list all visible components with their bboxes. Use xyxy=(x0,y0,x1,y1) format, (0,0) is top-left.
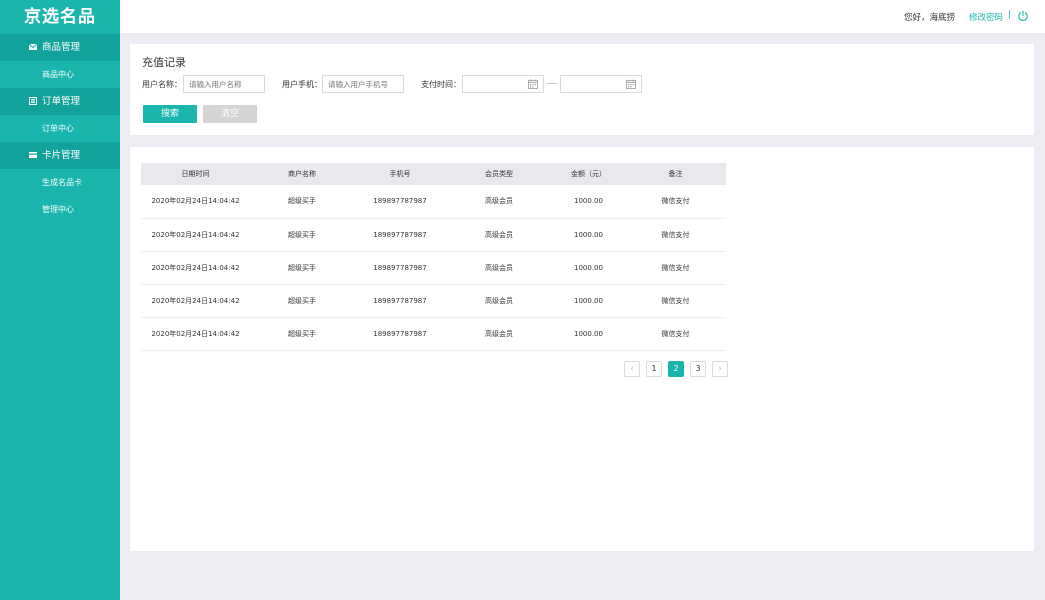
cell-remark: 微信支付 xyxy=(625,251,726,285)
sidebar-item-goods-center[interactable]: 商品中心 xyxy=(0,61,120,88)
header-separator: | xyxy=(1007,10,1011,20)
user-phone-input[interactable] xyxy=(322,75,404,93)
start-date-input[interactable] xyxy=(462,75,544,93)
cell-member-type: 高级会员 xyxy=(446,284,552,318)
cell-datetime: 2020年02月24日14:04:42 xyxy=(141,218,250,252)
next-page-button[interactable]: › xyxy=(712,361,728,377)
calendar-icon xyxy=(626,79,636,89)
end-date-input[interactable] xyxy=(560,75,642,93)
cell-merchant: 超级买手 xyxy=(250,251,354,285)
sidebar-group-label: 卡片管理 xyxy=(42,150,81,161)
sidebar: 京选名品 商品管理 商品中心 订单管理 订单中心 卡片管理 生成名品卡 管理中心 xyxy=(0,0,120,600)
recharge-table: 日期时间 商户名称 手机号 会员类型 金额（元） 备注 2020年02月24日1… xyxy=(141,163,726,351)
page-button-1[interactable]: 1 xyxy=(646,361,662,377)
column-header-merchant: 商户名称 xyxy=(250,163,354,185)
list-icon xyxy=(29,97,37,105)
cell-datetime: 2020年02月24日14:04:42 xyxy=(141,185,250,219)
user-phone-label: 用户手机： xyxy=(282,80,322,89)
sidebar-group-goods[interactable]: 商品管理 xyxy=(0,34,120,61)
sidebar-item-generate-card[interactable]: 生成名品卡 xyxy=(0,169,120,196)
cell-remark: 微信支付 xyxy=(625,284,726,318)
sidebar-group-label: 订单管理 xyxy=(42,96,81,107)
cell-phone: 189897787987 xyxy=(354,317,446,351)
sidebar-group-cards[interactable]: 卡片管理 xyxy=(0,142,120,169)
mail-icon xyxy=(29,43,37,50)
column-header-remark: 备注 xyxy=(625,163,726,185)
cell-member-type: 高级会员 xyxy=(446,251,552,285)
page-button-3[interactable]: 3 xyxy=(690,361,706,377)
cell-member-type: 高级会员 xyxy=(446,317,552,351)
cell-phone: 189897787987 xyxy=(354,185,446,219)
cell-datetime: 2020年02月24日14:04:42 xyxy=(141,284,250,318)
user-greeting: 您好，海底捞 xyxy=(903,13,955,23)
cell-member-type: 高级会员 xyxy=(446,185,552,219)
clear-button[interactable]: 清空 xyxy=(203,105,257,123)
column-header-member-type: 会员类型 xyxy=(446,163,552,185)
table-row: 2020年02月24日14:04:42 超级买手 189897787987 高级… xyxy=(141,317,726,351)
cell-merchant: 超级买手 xyxy=(250,317,354,351)
cell-remark: 微信支付 xyxy=(625,317,726,351)
search-panel: 充值记录 用户名称： 用户手机： 支付时间： 搜索 清空 xyxy=(130,44,1034,135)
cell-merchant: 超级买手 xyxy=(250,218,354,252)
table-row: 2020年02月24日14:04:42 超级买手 189897787987 高级… xyxy=(141,284,726,318)
cell-datetime: 2020年02月24日14:04:42 xyxy=(141,251,250,285)
table-header-row: 日期时间 商户名称 手机号 会员类型 金额（元） 备注 xyxy=(141,163,726,185)
cell-phone: 189897787987 xyxy=(354,251,446,285)
cell-remark: 微信支付 xyxy=(625,185,726,219)
cell-amount: 1000.00 xyxy=(552,317,625,351)
records-panel: 日期时间 商户名称 手机号 会员类型 金额（元） 备注 2020年02月24日1… xyxy=(130,147,1034,551)
page-button-2[interactable]: 2 xyxy=(668,361,684,377)
search-button[interactable]: 搜索 xyxy=(143,105,197,123)
cell-phone: 189897787987 xyxy=(354,218,446,252)
cell-remark: 微信支付 xyxy=(625,218,726,252)
date-range-separator xyxy=(546,83,557,84)
column-header-amount: 金额（元） xyxy=(552,163,625,185)
prev-page-button[interactable]: ‹ xyxy=(624,361,640,377)
cell-member-type: 高级会员 xyxy=(446,218,552,252)
sidebar-group-label: 商品管理 xyxy=(42,42,81,53)
top-header: 您好，海底捞 修改密码 | xyxy=(120,0,1045,33)
cell-merchant: 超级买手 xyxy=(250,284,354,318)
sidebar-item-manage-center[interactable]: 管理中心 xyxy=(0,196,120,223)
cell-merchant: 超级买手 xyxy=(250,185,354,219)
app-logo: 京选名品 xyxy=(24,7,96,27)
sidebar-item-order-center[interactable]: 订单中心 xyxy=(0,115,120,142)
change-password-link[interactable]: 修改密码 xyxy=(969,11,1003,23)
sidebar-group-orders[interactable]: 订单管理 xyxy=(0,88,120,115)
cell-amount: 1000.00 xyxy=(552,284,625,318)
calendar-icon xyxy=(528,79,538,89)
column-header-datetime: 日期时间 xyxy=(141,163,250,185)
power-icon[interactable] xyxy=(1017,10,1029,22)
cell-datetime: 2020年02月24日14:04:42 xyxy=(141,317,250,351)
column-header-phone: 手机号 xyxy=(354,163,446,185)
user-name-label: 用户名称： xyxy=(142,80,182,89)
card-icon xyxy=(29,152,37,158)
table-row: 2020年02月24日14:04:42 超级买手 189897787987 高级… xyxy=(141,251,726,285)
page-title: 充值记录 xyxy=(142,56,186,69)
cell-phone: 189897787987 xyxy=(354,284,446,318)
pay-time-label: 支付时间： xyxy=(421,80,461,89)
user-name-input[interactable] xyxy=(183,75,265,93)
cell-amount: 1000.00 xyxy=(552,185,625,219)
cell-amount: 1000.00 xyxy=(552,251,625,285)
table-row: 2020年02月24日14:04:42 超级买手 189897787987 高级… xyxy=(141,185,726,219)
table-row: 2020年02月24日14:04:42 超级买手 189897787987 高级… xyxy=(141,218,726,252)
cell-amount: 1000.00 xyxy=(552,218,625,252)
